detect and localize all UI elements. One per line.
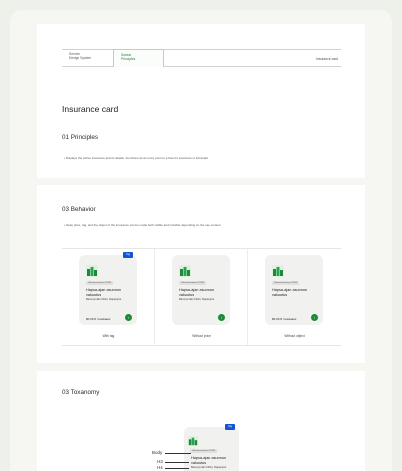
policy-number-chip: Vakuutusnumero 12345 [86,281,114,285]
card-title: Hapsa-ajan asunnon vakuutus [272,288,308,297]
card-object: Baronpmäki 15H4, Rapanjoot [191,466,227,469]
canvas-frame: Service Design System Sustus Principles … [10,10,392,471]
leader-line [165,453,191,454]
green-building-icon [272,265,284,277]
policy-number-chip: Vakuutusnumero 12345 [190,449,218,453]
principles-heading: 01 Principles [62,134,99,141]
example-column-with-tag: Tag Vakuutusnumero 12345 Hapsa-ajan asun… [62,249,155,345]
taxonomy-label-h3: H3 [157,459,163,464]
page-title: Insurance card [62,104,119,114]
policy-number-chip: Vakuutusnumero 12345 [272,281,300,285]
card-price: 80,00 € / kuukausi [272,317,297,321]
principles-text: • Displays the active insurance and its … [64,156,209,160]
section-taxonomy: 03 Toxanomy Tag Vakuutusnumero 12345 Hap… [37,371,365,471]
example-column-without-object: Vakuutusnumero 12345 Hapsa-ajan asunnon … [248,249,341,345]
card-title: Hapsa-ajan asunnon vakuutus [179,288,215,297]
taxonomy-label-body: Body [152,450,163,455]
taxonomy-label-h4: H4 [157,465,163,470]
policy-number-chip: Vakuutusnumero 12345 [179,281,207,285]
tag-badge: Tag [225,424,235,430]
card-examples: Tag Vakuutusnumero 12345 Hapsa-ajan asun… [62,248,341,346]
card-title: Hapsa-ajan asunnon vakuutus [86,288,122,297]
section-intro: Service Design System Sustus Principles … [37,24,365,178]
green-building-icon [86,265,98,277]
insurance-card[interactable]: Tag Vakuutusnumero 12345 Hapsa-ajan asun… [79,252,137,325]
taxonomy-heading: 03 Toxanomy [62,389,100,396]
doc-header: Service Design System Sustus Principles … [62,49,341,67]
arrow-right-icon[interactable]: › [125,314,132,321]
leader-line [165,462,189,463]
arrow-right-icon[interactable]: › [311,314,318,321]
card-price: 80,00 € / kuukausi [86,317,111,321]
green-building-icon [188,436,198,446]
insurance-card[interactable]: Vakuutusnumero 12345 Hapsa-ajan asunnon … [172,255,230,325]
leader-line [165,468,189,469]
behavior-heading: 03 Behavior [62,206,96,213]
header-cell-component: Insurance card [316,57,338,61]
card-object: Baronpmäki 15H4, Rapanjoot [179,298,215,301]
example-column-without-price: Vakuutusnumero 12345 Hapsa-ajan asunnon … [155,249,248,345]
insurance-card[interactable]: Vakuutusnumero 12345 Hapsa-ajan asunnon … [265,255,323,325]
example-caption: Without object [284,334,305,338]
tag-badge: Tag [123,252,133,258]
behavior-text: • Away price, tag, and the object of the… [64,223,222,227]
taxonomy-card: Tag Vakuutusnumero 12345 Hapsa-ajan asun… [184,424,239,471]
card-title: Hapsa-ajan asunnon vakuutus [191,456,227,465]
example-caption: With tag [102,334,115,338]
section-behavior: 03 Behavior • Away price, tag, and the o… [37,185,365,363]
header-cell-principles[interactable]: Sustus Principles [113,49,164,67]
card-object: Baronpmäki 15H4, Rapanjoot [86,298,122,301]
header-cell-system: Service Design System [69,52,92,60]
green-building-icon [179,265,191,277]
arrow-right-icon[interactable]: › [218,314,225,321]
example-caption: Without price [192,334,211,338]
